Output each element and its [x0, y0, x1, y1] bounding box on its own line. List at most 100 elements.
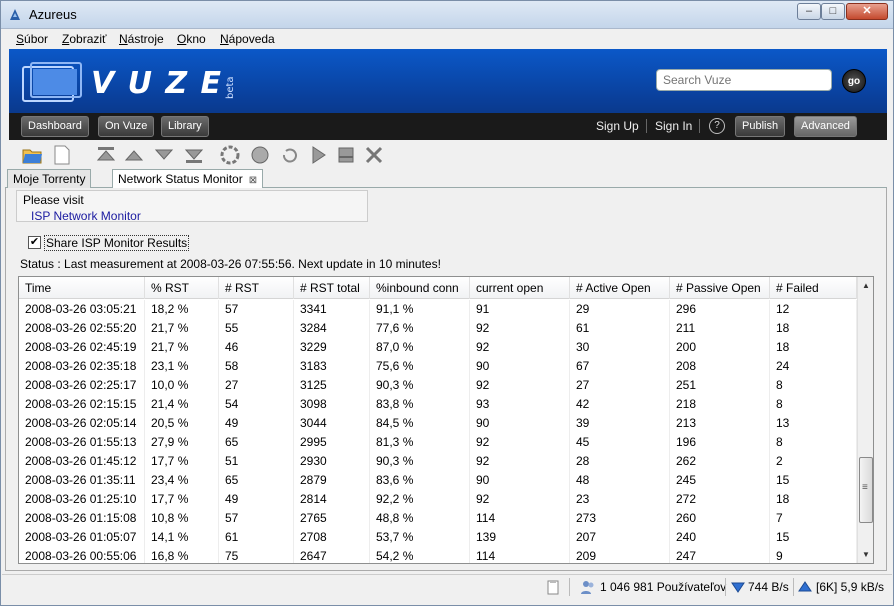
move-up-icon[interactable] — [123, 144, 145, 166]
cell-rst-total: 2879 — [294, 471, 370, 490]
table-row[interactable]: 2008-03-26 01:15:08 10,8 % 57 2765 48,8 % 114… — [19, 509, 857, 528]
cell-current-open: 90 — [470, 357, 570, 376]
column-header-time[interactable]: Time — [19, 277, 145, 299]
table-row[interactable]: 2008-03-26 02:35:18 23,1 % 58 3183 75,6 % 90 6… — [19, 357, 857, 376]
cell-rst: 65 — [219, 471, 294, 490]
column-header-current-open[interactable]: current open — [470, 277, 570, 299]
cell-active-open: 29 — [570, 300, 670, 319]
cell-passive-open: 213 — [670, 414, 770, 433]
cell-pct-rst: 10,8 % — [145, 509, 219, 528]
vertical-scrollbar[interactable]: ▲ ≡ ▼ — [857, 277, 873, 563]
share-results-checkbox[interactable]: ✔ — [28, 236, 41, 249]
vuze-logo[interactable]: VUZE beta — [21, 59, 251, 105]
table-row[interactable]: 2008-03-26 02:55:20 21,7 % 55 3284 77,6 % 92 6… — [19, 319, 857, 338]
upload-arrow-icon — [798, 581, 812, 592]
maximize-button[interactable]: □ — [821, 3, 845, 20]
cell-current-open: 93 — [470, 395, 570, 414]
table-row[interactable]: 2008-03-26 01:55:13 27,9 % 65 2995 81,3 % 92 4… — [19, 433, 857, 452]
new-document-icon[interactable] — [51, 144, 73, 166]
cell-rst-total: 3044 — [294, 414, 370, 433]
table-row[interactable]: 2008-03-26 01:45:12 17,7 % 51 2930 90,3 % 92 2… — [19, 452, 857, 471]
upload-speed[interactable]: [6K] 5,9 kB/s — [816, 580, 884, 594]
remove-icon[interactable] — [363, 144, 385, 166]
cell-active-open: 28 — [570, 452, 670, 471]
library-button[interactable]: Library — [161, 116, 209, 137]
menu-nastroje[interactable]: Nástroje — [119, 32, 164, 46]
isp-network-monitor-link[interactable]: ISP Network Monitor — [31, 209, 141, 223]
menu-okno[interactable]: Okno — [177, 32, 206, 46]
cell-active-open: 23 — [570, 490, 670, 509]
cell-active-open: 61 — [570, 319, 670, 338]
tab-moje-torrenty[interactable]: Moje Torrenty — [7, 169, 92, 188]
cell-active-open: 42 — [570, 395, 670, 414]
title-bar[interactable]: Azureus – □ ✕ — [1, 1, 893, 29]
help-icon[interactable]: ? — [709, 118, 725, 134]
cell-time: 2008-03-26 02:05:14 — [19, 414, 145, 433]
menu-napoveda[interactable]: Nápoveda — [220, 32, 275, 46]
start-icon[interactable] — [249, 144, 271, 166]
table-row[interactable]: 2008-03-26 03:05:21 18,2 % 57 3341 91,1 % 91 2… — [19, 300, 857, 319]
menu-subor[interactable]: Súbor — [16, 32, 48, 46]
column-header-failed[interactable]: # Failed — [770, 277, 857, 299]
cell-active-open: 30 — [570, 338, 670, 357]
cell-rst-total: 3341 — [294, 300, 370, 319]
download-arrow-icon — [731, 582, 745, 593]
download-speed[interactable]: 744 B/s — [748, 580, 789, 594]
table-row[interactable]: 2008-03-26 02:25:17 10,0 % 27 3125 90,3 % 92 2… — [19, 376, 857, 395]
search-vuze-input[interactable] — [656, 69, 832, 91]
tab-close-icon[interactable]: ⊠ — [249, 175, 257, 186]
play-icon[interactable] — [307, 144, 329, 166]
cell-inbound-conn: 75,6 % — [370, 357, 470, 376]
scroll-up-icon[interactable]: ▲ — [858, 277, 873, 294]
cell-pct-rst: 23,1 % — [145, 357, 219, 376]
column-header-rst-total[interactable]: # RST total — [294, 277, 370, 299]
tab-network-status-monitor[interactable]: Network Status Monitor ⊠ — [112, 169, 264, 188]
open-folder-icon[interactable] — [21, 144, 43, 166]
cell-time: 2008-03-26 02:55:20 — [19, 319, 145, 338]
cell-active-open: 48 — [570, 471, 670, 490]
table-row[interactable]: 2008-03-26 01:05:07 14,1 % 61 2708 53,7 % 139… — [19, 528, 857, 547]
advanced-button[interactable]: Advanced — [794, 116, 857, 137]
sign-in-link[interactable]: Sign In — [655, 119, 692, 133]
table-row[interactable]: 2008-03-26 02:15:15 21,4 % 54 3098 83,8 % 93 4… — [19, 395, 857, 414]
scroll-down-icon[interactable]: ▼ — [858, 546, 873, 563]
statusbar-separator — [793, 578, 794, 596]
column-header-active-open[interactable]: # Active Open — [570, 277, 670, 299]
cell-passive-open: 208 — [670, 357, 770, 376]
cell-failed: 24 — [770, 357, 857, 376]
cell-rst: 49 — [219, 414, 294, 433]
table-row[interactable]: 2008-03-26 02:45:19 21,7 % 46 3229 87,0 % 92 3… — [19, 338, 857, 357]
clipboard-icon[interactable] — [545, 579, 561, 595]
publish-button[interactable]: Publish — [735, 116, 786, 137]
move-bottom-icon[interactable] — [183, 144, 205, 166]
column-header-pct-rst[interactable]: % RST — [145, 277, 219, 299]
cell-time: 2008-03-26 01:55:13 — [19, 433, 145, 452]
scrollbar-thumb[interactable]: ≡ — [859, 457, 873, 523]
dashboard-button[interactable]: Dashboard — [21, 116, 89, 137]
cell-inbound-conn: 54,2 % — [370, 547, 470, 563]
go-button[interactable]: go — [842, 69, 866, 93]
close-button[interactable]: ✕ — [846, 3, 888, 20]
column-header-passive-open[interactable]: # Passive Open — [670, 277, 770, 299]
minimize-button[interactable]: – — [797, 3, 821, 20]
move-top-icon[interactable] — [95, 144, 117, 166]
table-row[interactable]: 2008-03-26 01:25:10 17,7 % 49 2814 92,2 % 92 2… — [19, 490, 857, 509]
column-header-inbound-conn[interactable]: %inbound conn — [370, 277, 470, 299]
stop-icon[interactable] — [335, 144, 357, 166]
sign-up-link[interactable]: Sign Up — [596, 119, 639, 133]
cell-time: 2008-03-26 03:05:21 — [19, 300, 145, 319]
column-header-rst[interactable]: # RST — [219, 277, 294, 299]
cell-pct-rst: 21,7 % — [145, 319, 219, 338]
on-vuze-button[interactable]: On Vuze — [98, 116, 155, 137]
table-row[interactable]: 2008-03-26 02:05:14 20,5 % 49 3044 84,5 % 90 3… — [19, 414, 857, 433]
table-row[interactable]: 2008-03-26 01:35:11 23,4 % 65 2879 83,6 % 90 4… — [19, 471, 857, 490]
recheck-icon[interactable] — [279, 144, 301, 166]
cell-rst: 46 — [219, 338, 294, 357]
cell-time: 2008-03-26 02:35:18 — [19, 357, 145, 376]
run-icon[interactable] — [219, 144, 241, 166]
application-window: Azureus – □ ✕ Súbor Zobraziť Nástroje Ok… — [0, 0, 894, 606]
table-row[interactable]: 2008-03-26 00:55:06 16,8 % 75 2647 54,2 % 114… — [19, 547, 857, 563]
menu-zobrazit[interactable]: Zobraziť — [62, 32, 107, 46]
share-results-label[interactable]: Share ISP Monitor Results — [44, 235, 190, 251]
move-down-icon[interactable] — [153, 144, 175, 166]
